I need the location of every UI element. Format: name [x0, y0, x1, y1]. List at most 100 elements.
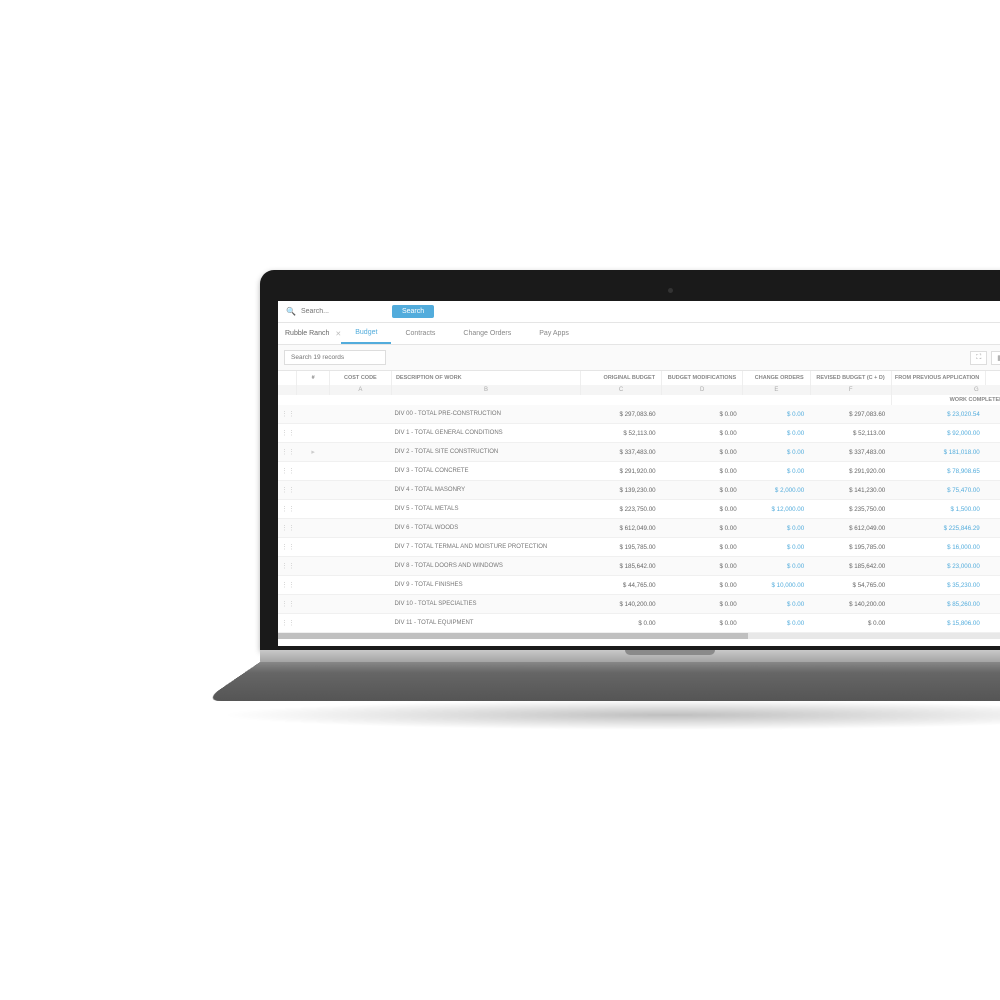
row-handle-icon[interactable]: ⋮⋮ — [278, 519, 297, 538]
row-period[interactable]: $ — [986, 424, 1000, 443]
table-row[interactable]: ⋮⋮DIV 1 - TOTAL GENERAL CONDITIONS$ 52,1… — [278, 424, 1000, 443]
row-handle-icon[interactable]: ⋮⋮ — [278, 500, 297, 519]
row-expand-icon[interactable] — [297, 538, 329, 557]
table-row[interactable]: ⋮⋮DIV 7 - TOTAL TERMAL AND MOISTURE PROT… — [278, 538, 1000, 557]
row-expand-icon[interactable] — [297, 500, 329, 519]
row-handle-icon[interactable]: ⋮⋮ — [278, 481, 297, 500]
row-expand-icon[interactable] — [297, 519, 329, 538]
row-change-orders[interactable]: $ 12,000.00 — [743, 500, 811, 519]
row-period[interactable]: $ — [986, 500, 1000, 519]
row-change-orders[interactable]: $ 0.00 — [743, 424, 811, 443]
table-row[interactable]: ⋮⋮DIV 8 - TOTAL DOORS AND WINDOWS$ 185,6… — [278, 557, 1000, 576]
col-revised-budget[interactable]: REVISED BUDGET (C + D) — [810, 371, 891, 385]
row-previous[interactable]: $ 225,846.29 — [891, 519, 986, 538]
col-budget-mods[interactable]: BUDGET MODIFICATIONS — [662, 371, 743, 385]
row-change-orders[interactable]: $ 0.00 — [743, 443, 811, 462]
row-previous[interactable]: $ 35,230.00 — [891, 576, 986, 595]
row-expand-icon[interactable] — [297, 481, 329, 500]
records-filter-input[interactable] — [284, 350, 386, 365]
table-row[interactable]: ⋮⋮DIV 3 - TOTAL CONCRETE$ 291,920.00$ 0.… — [278, 462, 1000, 481]
row-period[interactable]: $ 48,00 — [986, 538, 1000, 557]
row-expand-icon[interactable] — [297, 595, 329, 614]
tab-change-orders[interactable]: Change Orders — [449, 324, 525, 343]
row-change-orders[interactable]: $ 0.00 — [743, 595, 811, 614]
row-description: DIV 9 - TOTAL FINISHES — [391, 576, 580, 595]
row-change-orders[interactable]: $ 0.00 — [743, 538, 811, 557]
row-expand-icon[interactable] — [297, 557, 329, 576]
row-change-orders[interactable]: $ 10,000.00 — [743, 576, 811, 595]
row-handle-icon[interactable]: ⋮⋮ — [278, 557, 297, 576]
row-handle-icon[interactable]: ⋮⋮ — [278, 538, 297, 557]
table-row[interactable]: ⋮⋮DIV 4 - TOTAL MASONRY$ 139,230.00$ 0.0… — [278, 481, 1000, 500]
row-period[interactable] — [986, 519, 1000, 538]
tab-contracts[interactable]: Contracts — [391, 324, 449, 343]
row-handle-icon[interactable]: ⋮⋮ — [278, 462, 297, 481]
col-original-budget[interactable]: ORIGINAL BUDGET — [581, 371, 662, 385]
col-num[interactable]: # — [297, 371, 329, 385]
row-previous[interactable]: $ 92,000.00 — [891, 424, 986, 443]
row-period[interactable]: $ — [986, 405, 1000, 424]
row-period[interactable]: $ 13,48 — [986, 443, 1000, 462]
row-handle-icon[interactable]: ⋮⋮ — [278, 576, 297, 595]
row-change-orders[interactable]: $ 0.00 — [743, 557, 811, 576]
row-description: DIV 6 - TOTAL WOODS — [391, 519, 580, 538]
table-row[interactable]: ⋮⋮DIV 00 - TOTAL PRE-CONSTRUCTION$ 297,0… — [278, 405, 1000, 424]
row-previous[interactable]: $ 181,018.00 — [891, 443, 986, 462]
table-row[interactable]: ⋮⋮DIV 10 - TOTAL SPECIALTIES$ 140,200.00… — [278, 595, 1000, 614]
row-mods: $ 0.00 — [662, 443, 743, 462]
tab-budget[interactable]: Budget — [341, 323, 391, 344]
row-previous[interactable]: $ 78,908.65 — [891, 462, 986, 481]
row-handle-icon[interactable]: ⋮⋮ — [278, 443, 297, 462]
col-cost-code[interactable]: COST CODE — [329, 371, 391, 385]
row-description: DIV 00 - TOTAL PRE-CONSTRUCTION — [391, 405, 580, 424]
row-period[interactable]: $ — [986, 614, 1000, 633]
column-letter-row: A B C D E F G — [278, 385, 1000, 395]
row-previous[interactable]: $ 75,470.00 — [891, 481, 986, 500]
row-previous[interactable]: $ 15,806.00 — [891, 614, 986, 633]
row-original: $ 291,920.00 — [581, 462, 662, 481]
row-change-orders[interactable]: $ 0.00 — [743, 462, 811, 481]
row-period[interactable]: $ — [986, 595, 1000, 614]
row-handle-icon[interactable]: ⋮⋮ — [278, 595, 297, 614]
row-change-orders[interactable]: $ 0.00 — [743, 614, 811, 633]
table-row[interactable]: ⋮⋮DIV 6 - TOTAL WOODS$ 612,049.00$ 0.00$… — [278, 519, 1000, 538]
col-from-previous[interactable]: FROM PREVIOUS APPLICATION — [891, 371, 986, 385]
table-row[interactable]: ⋮⋮DIV 11 - TOTAL EQUIPMENT$ 0.00$ 0.00$ … — [278, 614, 1000, 633]
row-mods: $ 0.00 — [662, 405, 743, 424]
global-search-input[interactable] — [301, 308, 392, 315]
row-previous[interactable]: $ 23,020.54 — [891, 405, 986, 424]
search-button[interactable]: Search — [392, 305, 434, 318]
row-change-orders[interactable]: $ 0.00 — [743, 519, 811, 538]
row-expand-icon[interactable] — [297, 614, 329, 633]
row-expand-icon[interactable] — [297, 462, 329, 481]
col-description[interactable]: DESCRIPTION OF WORK — [391, 371, 580, 385]
row-change-orders[interactable]: $ 0.00 — [743, 405, 811, 424]
view-toggle-icon[interactable]: ▦ ▾ — [991, 351, 1000, 365]
row-original: $ 52,113.00 — [581, 424, 662, 443]
row-previous[interactable]: $ 1,500.00 — [891, 500, 986, 519]
expand-icon[interactable]: ⛶ — [970, 351, 987, 365]
row-handle-icon[interactable]: ⋮⋮ — [278, 424, 297, 443]
horizontal-scrollbar[interactable] — [278, 633, 1000, 639]
row-expand-icon[interactable] — [297, 424, 329, 443]
row-previous[interactable]: $ 85,260.00 — [891, 595, 986, 614]
table-row[interactable]: ⋮⋮DIV 9 - TOTAL FINISHES$ 44,765.00$ 0.0… — [278, 576, 1000, 595]
row-period[interactable]: $ — [986, 576, 1000, 595]
row-previous[interactable]: $ 16,000.00 — [891, 538, 986, 557]
col-change-orders[interactable]: CHANGE ORDERS — [743, 371, 811, 385]
row-expand-icon[interactable] — [297, 405, 329, 424]
table-row[interactable]: ⋮⋮▸DIV 2 - TOTAL SITE CONSTRUCTION$ 337,… — [278, 443, 1000, 462]
row-period[interactable]: $ 1 — [986, 462, 1000, 481]
row-mods: $ 0.00 — [662, 500, 743, 519]
row-handle-icon[interactable]: ⋮⋮ — [278, 405, 297, 424]
row-handle-icon[interactable]: ⋮⋮ — [278, 614, 297, 633]
row-expand-icon[interactable]: ▸ — [297, 443, 329, 462]
row-expand-icon[interactable] — [297, 576, 329, 595]
table-row[interactable]: ⋮⋮DIV 5 - TOTAL METALS$ 223,750.00$ 0.00… — [278, 500, 1000, 519]
row-previous[interactable]: $ 23,000.00 — [891, 557, 986, 576]
row-period[interactable]: $ — [986, 481, 1000, 500]
row-change-orders[interactable]: $ 2,000.00 — [743, 481, 811, 500]
col-this-period[interactable]: THIS PERIOD — [986, 371, 1000, 385]
tab-pay-apps[interactable]: Pay Apps — [525, 324, 583, 343]
row-period[interactable]: $ 1 — [986, 557, 1000, 576]
